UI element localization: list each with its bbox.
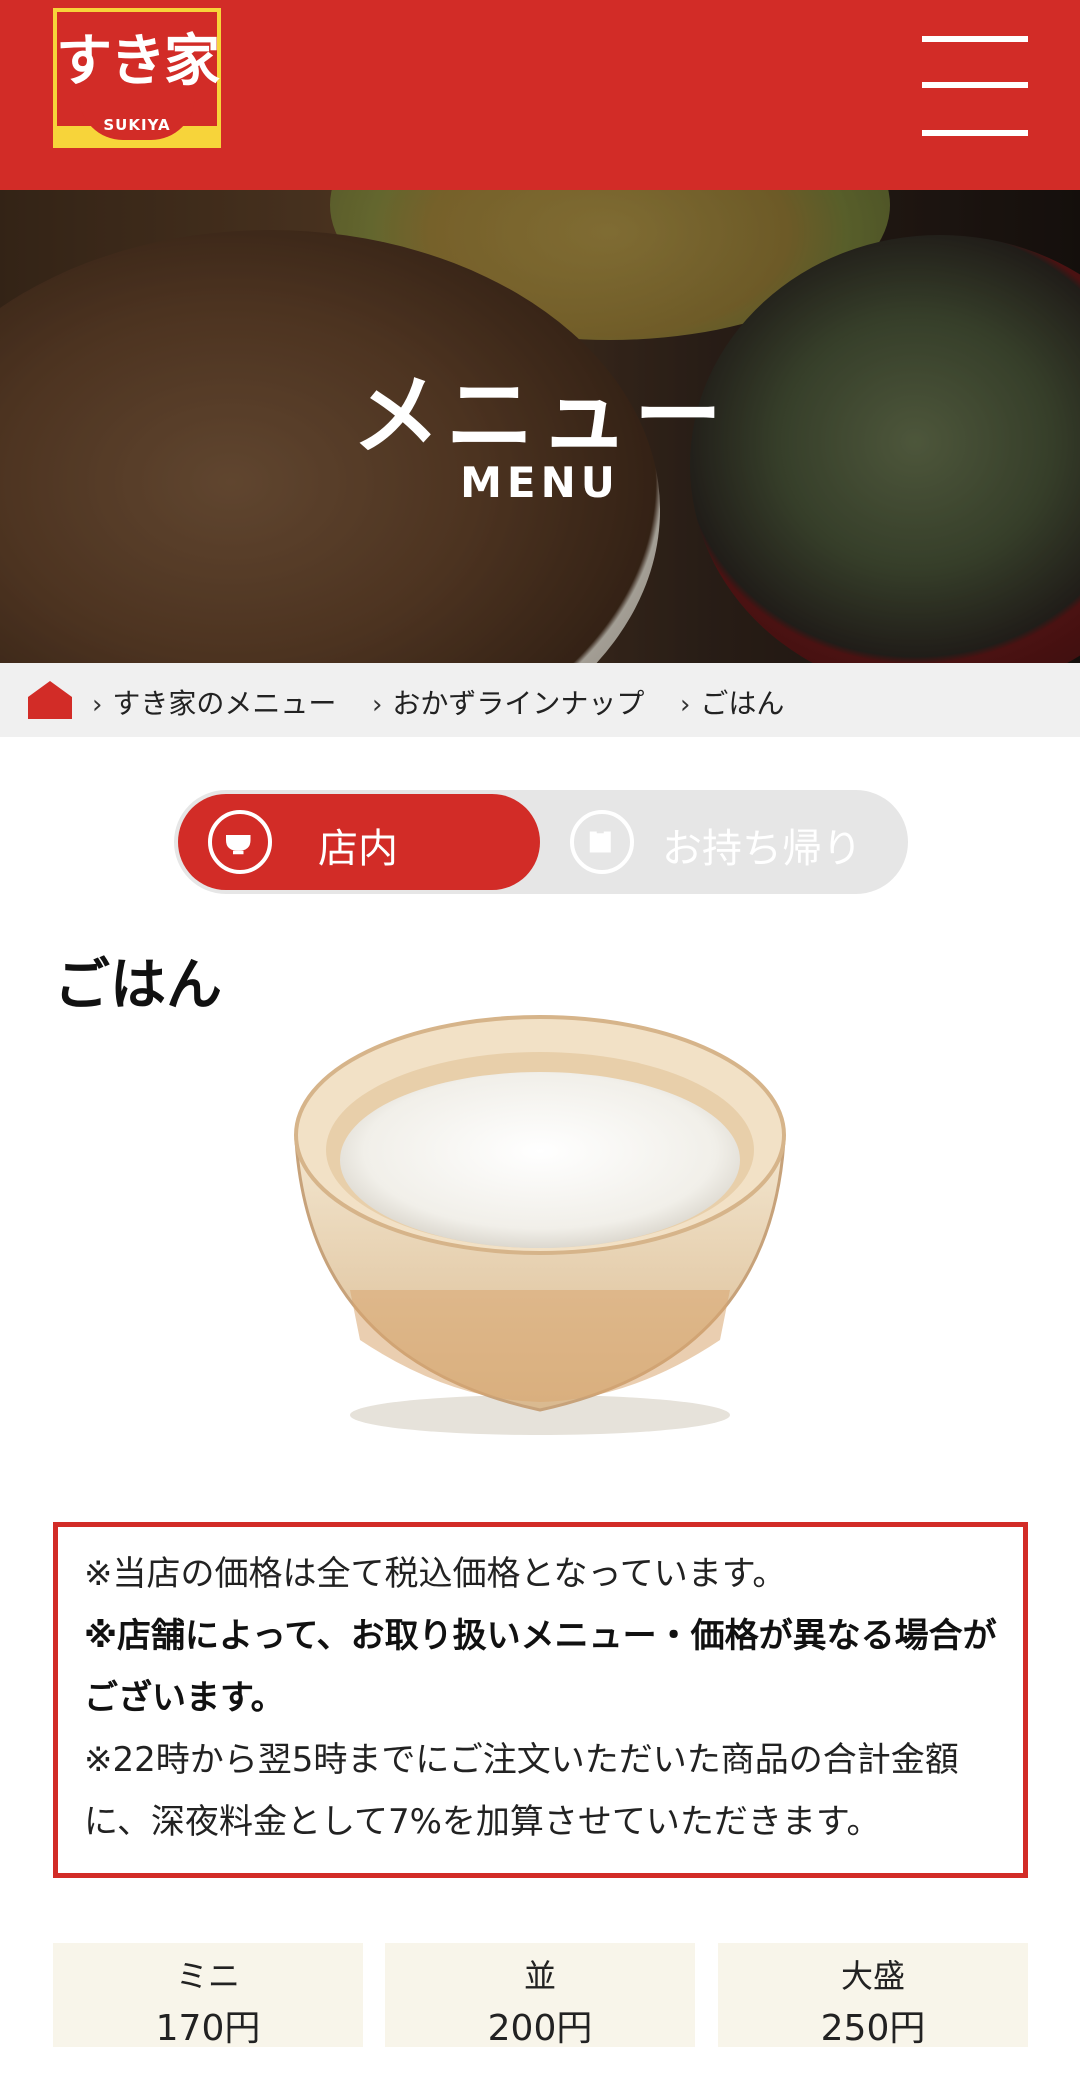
site-header: すき家 SUKIYA (0, 0, 1080, 190)
hamburger-menu-icon[interactable] (922, 32, 1028, 140)
logo-subtext: SUKIYA (103, 116, 171, 134)
page-subtitle: MENU (460, 458, 620, 507)
hero-banner: メニュー MENU (0, 190, 1080, 663)
size-label: ミニ (175, 1957, 240, 1995)
tab-dine-in-label: 店内 (318, 826, 398, 872)
breadcrumb-item-current: › ごはん (680, 682, 784, 722)
chevron-right-icon: › (372, 690, 383, 720)
sukiya-logo[interactable]: すき家 SUKIYA (53, 8, 221, 148)
home-icon[interactable] (26, 679, 74, 721)
menu-bar (922, 82, 1028, 88)
breadcrumb-item-lineup[interactable]: › おかずラインナップ (372, 682, 644, 722)
breadcrumb-label: おかずラインナップ (392, 687, 645, 720)
breadcrumb-label: ごはん (700, 687, 785, 720)
price-notice-box: ※当店の価格は全て税込価格となっています。 ※店舗によって、お取り扱いメニュー・… (53, 1522, 1028, 1878)
tab-takeout[interactable]: お持ち帰り (544, 794, 904, 890)
logo-text: すき家 (56, 28, 220, 94)
takeout-bag-icon (570, 810, 634, 874)
menu-bar (922, 36, 1028, 42)
rice-bowl-image (294, 1015, 786, 1435)
notice-tax-included: ※当店の価格は全て税込価格となっています。 (84, 1554, 787, 1594)
breadcrumb-item-menu[interactable]: › すき家のメニュー (92, 682, 336, 722)
price-value: 250円 (820, 2008, 926, 2049)
notice-store-variation: ※店舗によって、お取り扱いメニュー・価格が異なる場合がございます。 (84, 1616, 997, 1718)
tab-dine-in[interactable]: 店内 (178, 794, 540, 890)
price-cell-large: 大盛 250円 (718, 1943, 1028, 2049)
bowl-icon (208, 810, 272, 874)
price-table: ミニ 170円 並 200円 大盛 250円 (53, 1943, 1028, 2049)
breadcrumb: › すき家のメニュー › おかずラインナップ › ごはん (0, 663, 1080, 737)
dining-mode-toggle: 店内 お持ち帰り (174, 790, 908, 894)
size-label: 大盛 (840, 1957, 905, 1995)
breadcrumb-label: すき家のメニュー (112, 687, 337, 720)
price-cell-mini: ミニ 170円 (53, 1943, 363, 2049)
page-title: メニュー (351, 364, 728, 467)
product-name: ごはん (54, 953, 222, 1018)
size-label: 並 (523, 1957, 556, 1995)
notice-late-night-fee: ※22時から翌5時までにご注文いただいた商品の合計金額に、深夜料金として7%を加… (84, 1740, 959, 1842)
chevron-right-icon: › (680, 690, 691, 720)
chevron-right-icon: › (92, 690, 103, 720)
price-value: 170円 (155, 2008, 261, 2049)
menu-bar (922, 130, 1028, 136)
price-value: 200円 (487, 2008, 593, 2049)
tab-takeout-label: お持ち帰り (662, 826, 862, 872)
price-cell-regular: 並 200円 (385, 1943, 695, 2049)
